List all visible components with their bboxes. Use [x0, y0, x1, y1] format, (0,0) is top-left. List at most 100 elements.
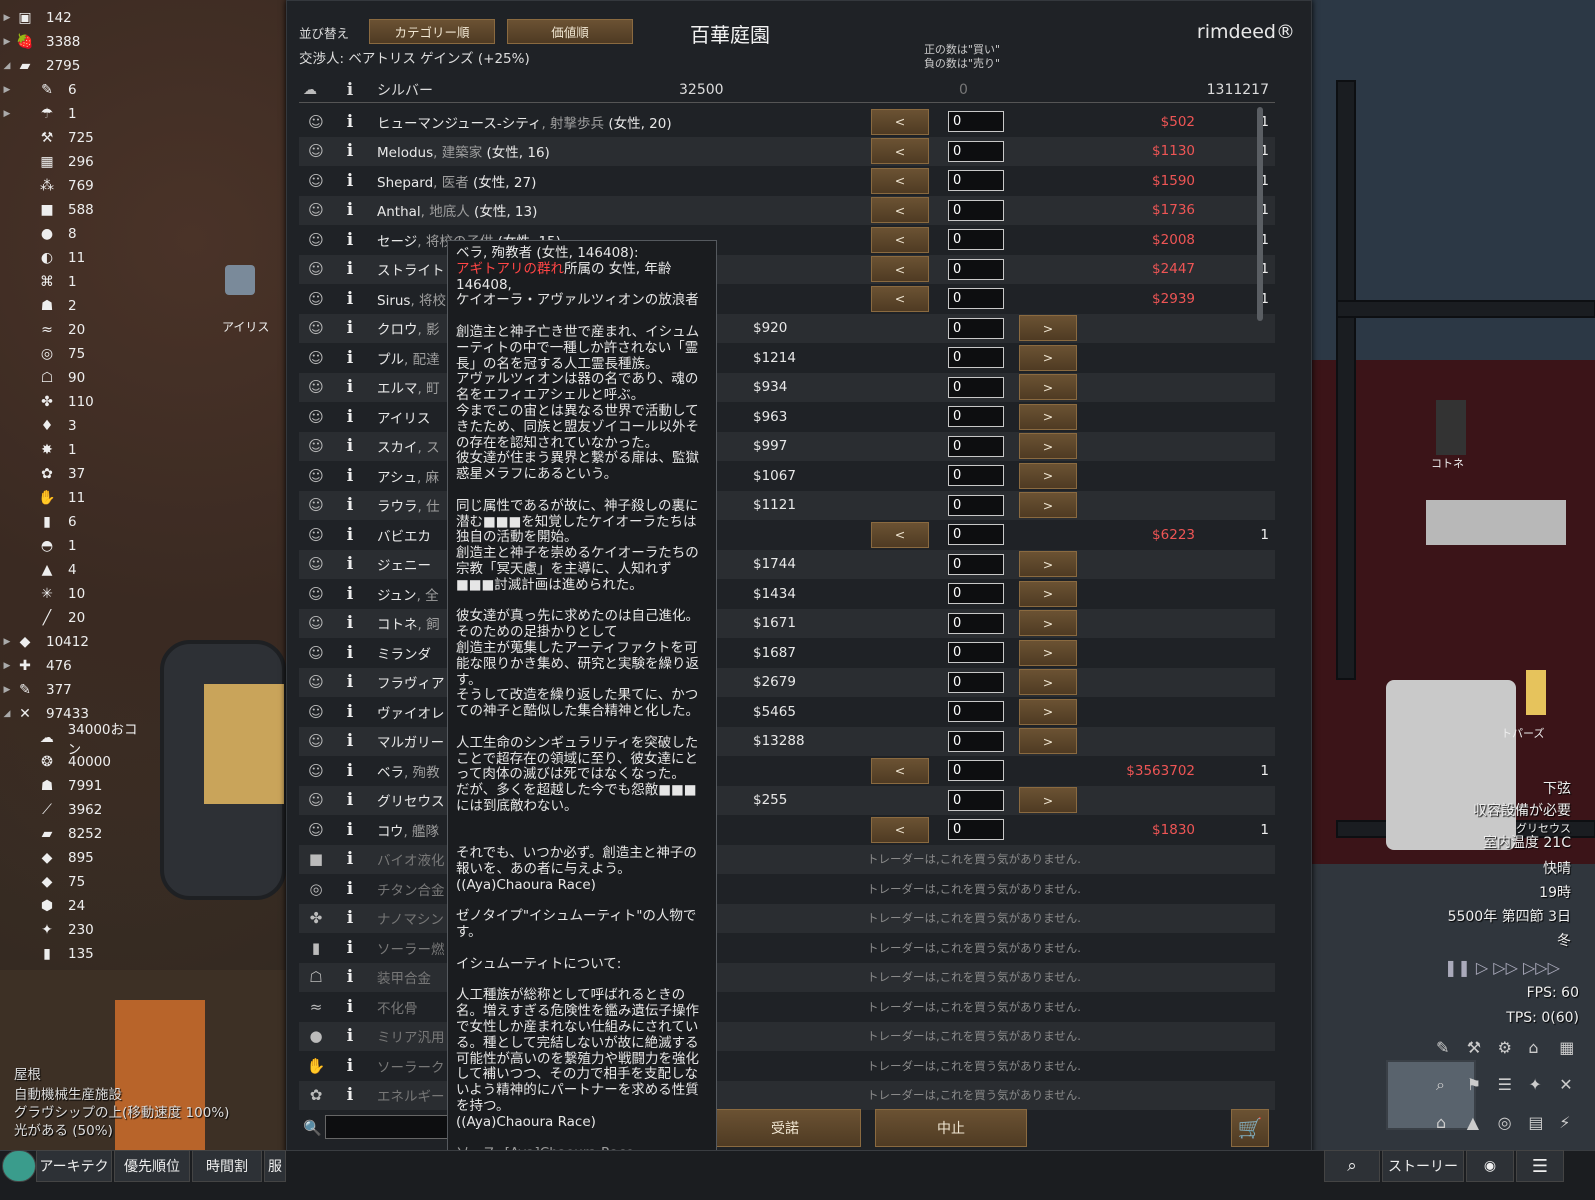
info-icon[interactable]: i	[339, 938, 361, 958]
sort-category-button[interactable]: カテゴリー順	[369, 19, 495, 44]
buy-arrow-button[interactable]: >	[1019, 580, 1077, 607]
storyteller-avatar-icon[interactable]: ◉	[1466, 1150, 1514, 1182]
info-icon[interactable]: i	[339, 997, 361, 1017]
resource-row[interactable]: ◓ 1	[0, 534, 150, 558]
resource-row[interactable]: ⚒ 725	[0, 126, 150, 150]
cart-icon[interactable]: 🛒	[1231, 1109, 1269, 1147]
trade-row[interactable]: ☺ i ラウラ, 仕 $1121 0 >	[299, 490, 1275, 520]
buy-arrow-button[interactable]: >	[1019, 403, 1077, 430]
info-icon[interactable]: i	[339, 554, 361, 574]
tool-icon[interactable]: ▤	[1528, 1113, 1555, 1146]
trade-row[interactable]: ☖ i 装甲合金 トレーダーは,これを買う気がありません.	[299, 962, 1275, 992]
menu-orb-icon[interactable]	[2, 1150, 36, 1182]
quantity-input[interactable]: 0	[948, 229, 1004, 251]
trade-row[interactable]: ☺ i ヒューマンジュース-シティ, 射撃歩兵 (女性, 20) <0 $502 1	[299, 107, 1275, 137]
trade-row[interactable]: ☺ i ジェニー $1744 0 >	[299, 549, 1275, 579]
trade-row[interactable]: ☺ i エルマ, 町 $934 0 >	[299, 372, 1275, 402]
info-icon[interactable]: i	[339, 967, 361, 987]
trade-row[interactable]: ☺ i ヴァイオレ $5465 0 >	[299, 697, 1275, 727]
resource-row[interactable]: ▶ ◆ 10412	[0, 630, 150, 654]
sell-arrow-button[interactable]: <	[871, 285, 929, 312]
trade-row[interactable]: ■ i バイオ液化 トレーダーは,これを買う気がありません.	[299, 844, 1275, 874]
sell-arrow-button[interactable]: <	[871, 138, 929, 165]
sort-value-button[interactable]: 価値順	[507, 19, 633, 44]
expand-arrow-icon[interactable]: ▶	[0, 109, 14, 119]
resource-row[interactable]: ▰ 8252	[0, 822, 150, 846]
sell-arrow-button[interactable]: <	[871, 757, 929, 784]
colonist-kotone[interactable]	[1436, 400, 1466, 455]
alert-text[interactable]: 収容設備が必要	[1473, 800, 1571, 820]
info-icon[interactable]: i	[339, 1056, 361, 1076]
quantity-input[interactable]: 0	[948, 465, 1004, 487]
trade-row[interactable]: ☺ i グリセウス $255 0 >	[299, 785, 1275, 815]
tab-priority[interactable]: 優先順位	[114, 1150, 190, 1182]
quantity-input[interactable]: 0	[948, 553, 1004, 575]
quantity-input[interactable]: 0	[948, 170, 1004, 192]
resource-row[interactable]: ♦ 3	[0, 414, 150, 438]
expand-arrow-icon[interactable]: ◢	[0, 709, 14, 719]
trade-row[interactable]: ☺ i Shepard, 医者 (女性, 27) <0 $1590 1	[299, 166, 1275, 196]
resource-row[interactable]: ≈20	[0, 318, 150, 342]
search-tool-icon[interactable]: ⌕	[1436, 1075, 1463, 1109]
buy-arrow-button[interactable]: >	[1019, 639, 1077, 666]
resource-row[interactable]: ◎ 75	[0, 342, 150, 366]
quantity-input[interactable]: 0	[948, 435, 1004, 457]
buy-arrow-button[interactable]: >	[1019, 462, 1077, 489]
expand-arrow-icon[interactable]: ▶	[0, 637, 14, 647]
buy-arrow-button[interactable]: >	[1019, 492, 1077, 519]
search-icon[interactable]: ⌕	[1324, 1150, 1380, 1182]
tool-icon[interactable]: ⚒	[1467, 1038, 1494, 1071]
info-icon[interactable]: i	[339, 820, 361, 840]
resource-row[interactable]: ◐ 11	[0, 246, 150, 270]
quantity-input[interactable]: 0	[948, 671, 1004, 693]
tab-clothing[interactable]: 服	[264, 1150, 286, 1182]
sell-arrow-button[interactable]: <	[871, 816, 929, 843]
info-icon[interactable]: i	[339, 879, 361, 899]
trade-row[interactable]: ☺ i プル, 配達 $1214 0 >	[299, 343, 1275, 373]
resource-row[interactable]: ✋ 11	[0, 486, 150, 510]
sell-arrow-button[interactable]: <	[871, 256, 929, 283]
info-icon[interactable]: i	[339, 613, 361, 633]
sell-arrow-button[interactable]: <	[871, 521, 929, 548]
quantity-input[interactable]: 0	[948, 376, 1004, 398]
info-icon[interactable]: i	[339, 525, 361, 545]
trade-row[interactable]: ☺iセージ, 将校の子供 (女性, 15)<0$20081	[299, 225, 1275, 255]
trade-row[interactable]: ☺ i バビエカ <0 $6223 1	[299, 520, 1275, 550]
trade-row[interactable]: ▮ i ソーラー燃 トレーダーは,これを買う気がありません.	[299, 933, 1275, 963]
info-icon[interactable]: i	[339, 672, 361, 692]
colonist-iris[interactable]	[225, 265, 265, 315]
quantity-input[interactable]: 0	[948, 612, 1004, 634]
resource-row[interactable]: ◢ ▰ 2795	[0, 54, 150, 78]
tool-icon[interactable]: ⚡	[1559, 1113, 1586, 1146]
trade-row[interactable]: ≈ i 不化骨 トレーダーは,これを買う気がありません.	[299, 992, 1275, 1022]
buy-arrow-button[interactable]: >	[1019, 610, 1077, 637]
trade-row[interactable]: ☺ i コトネ, 飼 $1671 0 >	[299, 608, 1275, 638]
info-icon[interactable]: i	[339, 318, 361, 338]
resource-row[interactable]: ☁ 34000おコン	[0, 722, 150, 758]
tool-icon[interactable]: ✦	[1528, 1075, 1555, 1109]
sell-arrow-button[interactable]: <	[871, 167, 929, 194]
trade-row[interactable]: ◎ i チタン合金 トレーダーは,これを買う気がありません.	[299, 874, 1275, 904]
trade-row[interactable]: ☺ i ベラ, 殉教 <0 $3563702 1	[299, 756, 1275, 786]
trade-row[interactable]: ● i ミリア汎用 トレーダーは,これを買う気がありません.	[299, 1021, 1275, 1051]
resource-row[interactable]: ▶ ▣ 142	[0, 6, 150, 30]
scrollbar[interactable]	[1257, 107, 1263, 321]
trade-row[interactable]: ☺ i スカイ, ス $997 0 >	[299, 431, 1275, 461]
sell-arrow-button[interactable]: <	[871, 226, 929, 253]
speed-controls[interactable]: ❚❚ ▷ ▷▷ ▷▷▷	[1444, 958, 1560, 977]
trade-row[interactable]: ✤ i ナノマシン トレーダーは,これを買う気がありません.	[299, 903, 1275, 933]
resource-row[interactable]: ✸ 1	[0, 438, 150, 462]
toolbar-grid[interactable]: ✎ ⚒ ⚙ ⌂ ▦ ⌕ ⚑ ☰ ✦ ✕ ⌂ ▲ ◎ ▤ ⚡	[1436, 1038, 1586, 1146]
quantity-input[interactable]: 0	[948, 701, 1004, 723]
resource-row[interactable]: ▶ 🍓 3388	[0, 30, 150, 54]
info-icon[interactable]: i	[339, 141, 361, 161]
info-icon[interactable]: i	[339, 407, 361, 427]
expand-arrow-icon[interactable]: ▶	[0, 13, 14, 23]
quantity-input[interactable]: 0	[948, 494, 1004, 516]
info-icon[interactable]: i	[339, 289, 361, 309]
tool-icon[interactable]: ✕	[1559, 1075, 1586, 1109]
resource-row[interactable]: ▮ 6	[0, 510, 150, 534]
resource-row[interactable]: ◆ 75	[0, 870, 150, 894]
tab-schedule[interactable]: 時間割	[192, 1150, 262, 1182]
resource-row[interactable]: ☗ 2	[0, 294, 150, 318]
